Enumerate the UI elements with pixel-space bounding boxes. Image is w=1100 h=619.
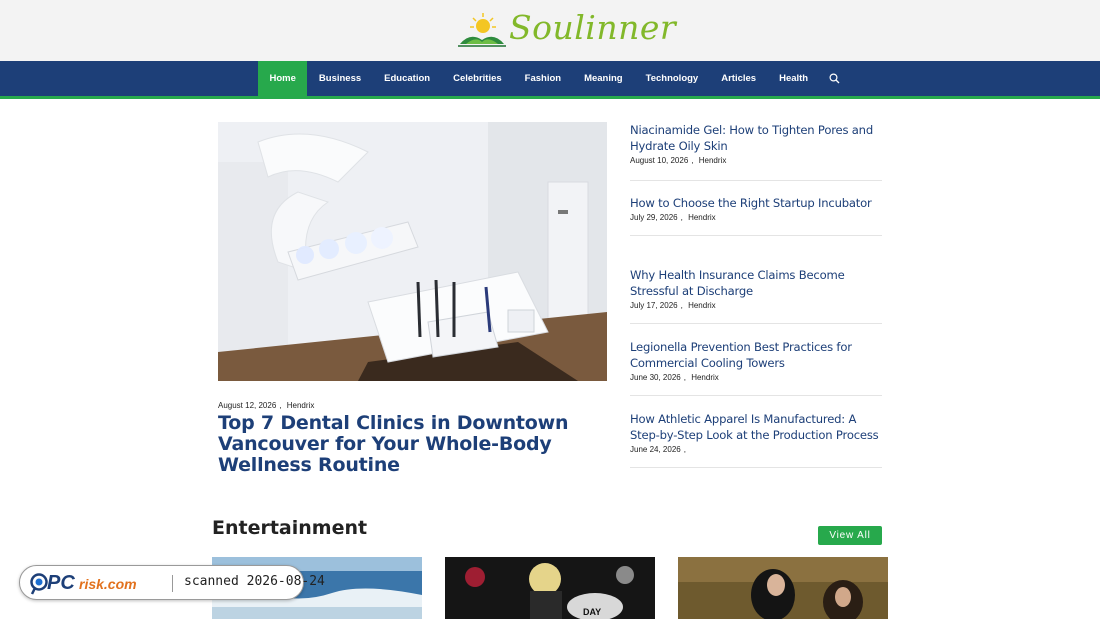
nav-item-celebrities[interactable]: Celebrities <box>442 61 514 96</box>
hero-meta: August 12, 2026, Hendrix <box>218 401 314 410</box>
side-post-meta: July 17, 2026, Hendrix <box>630 301 716 310</box>
pcrisk-logo: PC risk.com <box>30 572 137 595</box>
side-post-author[interactable]: Hendrix <box>699 156 727 165</box>
side-post-date: July 29, 2026 <box>630 213 678 222</box>
side-post: How to Choose the Right Startup Incubato… <box>630 195 882 236</box>
side-post-meta: June 30, 2026, Hendrix <box>630 373 719 382</box>
meta-separator: , <box>279 401 282 410</box>
search-icon[interactable] <box>820 61 850 96</box>
side-post-title[interactable]: How Athletic Apparel Is Manufactured: A … <box>630 411 882 443</box>
nav-item-articles[interactable]: Articles <box>710 61 768 96</box>
nav-items: Home Business Education Celebrities Fash… <box>258 61 850 96</box>
side-post: Niacinamide Gel: How to Tighten Pores an… <box>630 122 882 181</box>
side-post-meta: July 29, 2026, Hendrix <box>630 213 716 222</box>
entertainment-card-image[interactable]: DAY <box>445 557 655 619</box>
side-post-author[interactable]: Hendrix <box>691 373 719 382</box>
nav-accent-line <box>0 96 1100 99</box>
side-post-author[interactable]: Hendrix <box>688 301 716 310</box>
dental-chair-illustration <box>218 122 607 381</box>
entertainment-card-image[interactable] <box>678 557 888 619</box>
site-logo[interactable]: Soulinner <box>456 8 676 50</box>
side-post: Legionella Prevention Best Practices for… <box>630 339 882 396</box>
svg-text:risk.com: risk.com <box>79 576 137 592</box>
side-post-meta: June 24, 2026, <box>630 445 686 454</box>
side-post-title[interactable]: How to Choose the Right Startup Incubato… <box>630 195 882 211</box>
hero-date: August 12, 2026 <box>218 401 277 410</box>
side-post: Why Health Insurance Claims Become Stres… <box>630 267 882 324</box>
side-post-meta: August 10, 2026, Hendrix <box>630 156 727 165</box>
nav-item-education[interactable]: Education <box>373 61 442 96</box>
side-post-title[interactable]: Legionella Prevention Best Practices for… <box>630 339 882 371</box>
side-post-date: July 17, 2026 <box>630 301 678 310</box>
nav-item-fashion[interactable]: Fashion <box>513 61 572 96</box>
svg-text:DAY: DAY <box>583 607 601 617</box>
view-all-button[interactable]: View All <box>818 526 882 545</box>
logo-text: Soulinner <box>509 8 677 47</box>
nav-item-technology[interactable]: Technology <box>634 61 710 96</box>
side-post-date: June 24, 2026 <box>630 445 681 454</box>
scan-date-label: scanned 2026-08-24 <box>184 574 325 589</box>
nav-item-health[interactable]: Health <box>768 61 820 96</box>
section-title-entertainment: Entertainment <box>212 517 368 539</box>
side-post-date: August 10, 2026 <box>630 156 689 165</box>
nav-item-meaning[interactable]: Meaning <box>573 61 635 96</box>
film-still-photo <box>678 557 888 619</box>
scan-watermark-badge: PC risk.com scanned 2026-08-24 <box>19 565 325 600</box>
hero-title[interactable]: Top 7 Dental Clinics in Downtown Vancouv… <box>218 413 607 476</box>
lotus-sun-icon <box>458 13 506 47</box>
badge-divider <box>172 575 173 592</box>
side-post: How Athletic Apparel Is Manufactured: A … <box>630 411 882 468</box>
concert-photo: DAY <box>445 557 655 619</box>
nav-item-business[interactable]: Business <box>307 61 372 96</box>
main-nav: Home Business Education Celebrities Fash… <box>0 61 1100 96</box>
hero-image[interactable] <box>218 122 607 381</box>
nav-item-home[interactable]: Home <box>258 61 308 96</box>
side-post-title[interactable]: Niacinamide Gel: How to Tighten Pores an… <box>630 122 882 154</box>
site-header: Soulinner <box>0 0 1100 61</box>
side-post-date: June 30, 2026 <box>630 373 681 382</box>
svg-text:PC: PC <box>47 572 75 594</box>
side-post-title[interactable]: Why Health Insurance Claims Become Stres… <box>630 267 882 299</box>
hero-author[interactable]: Hendrix <box>287 401 315 410</box>
side-post-author[interactable]: Hendrix <box>688 213 716 222</box>
